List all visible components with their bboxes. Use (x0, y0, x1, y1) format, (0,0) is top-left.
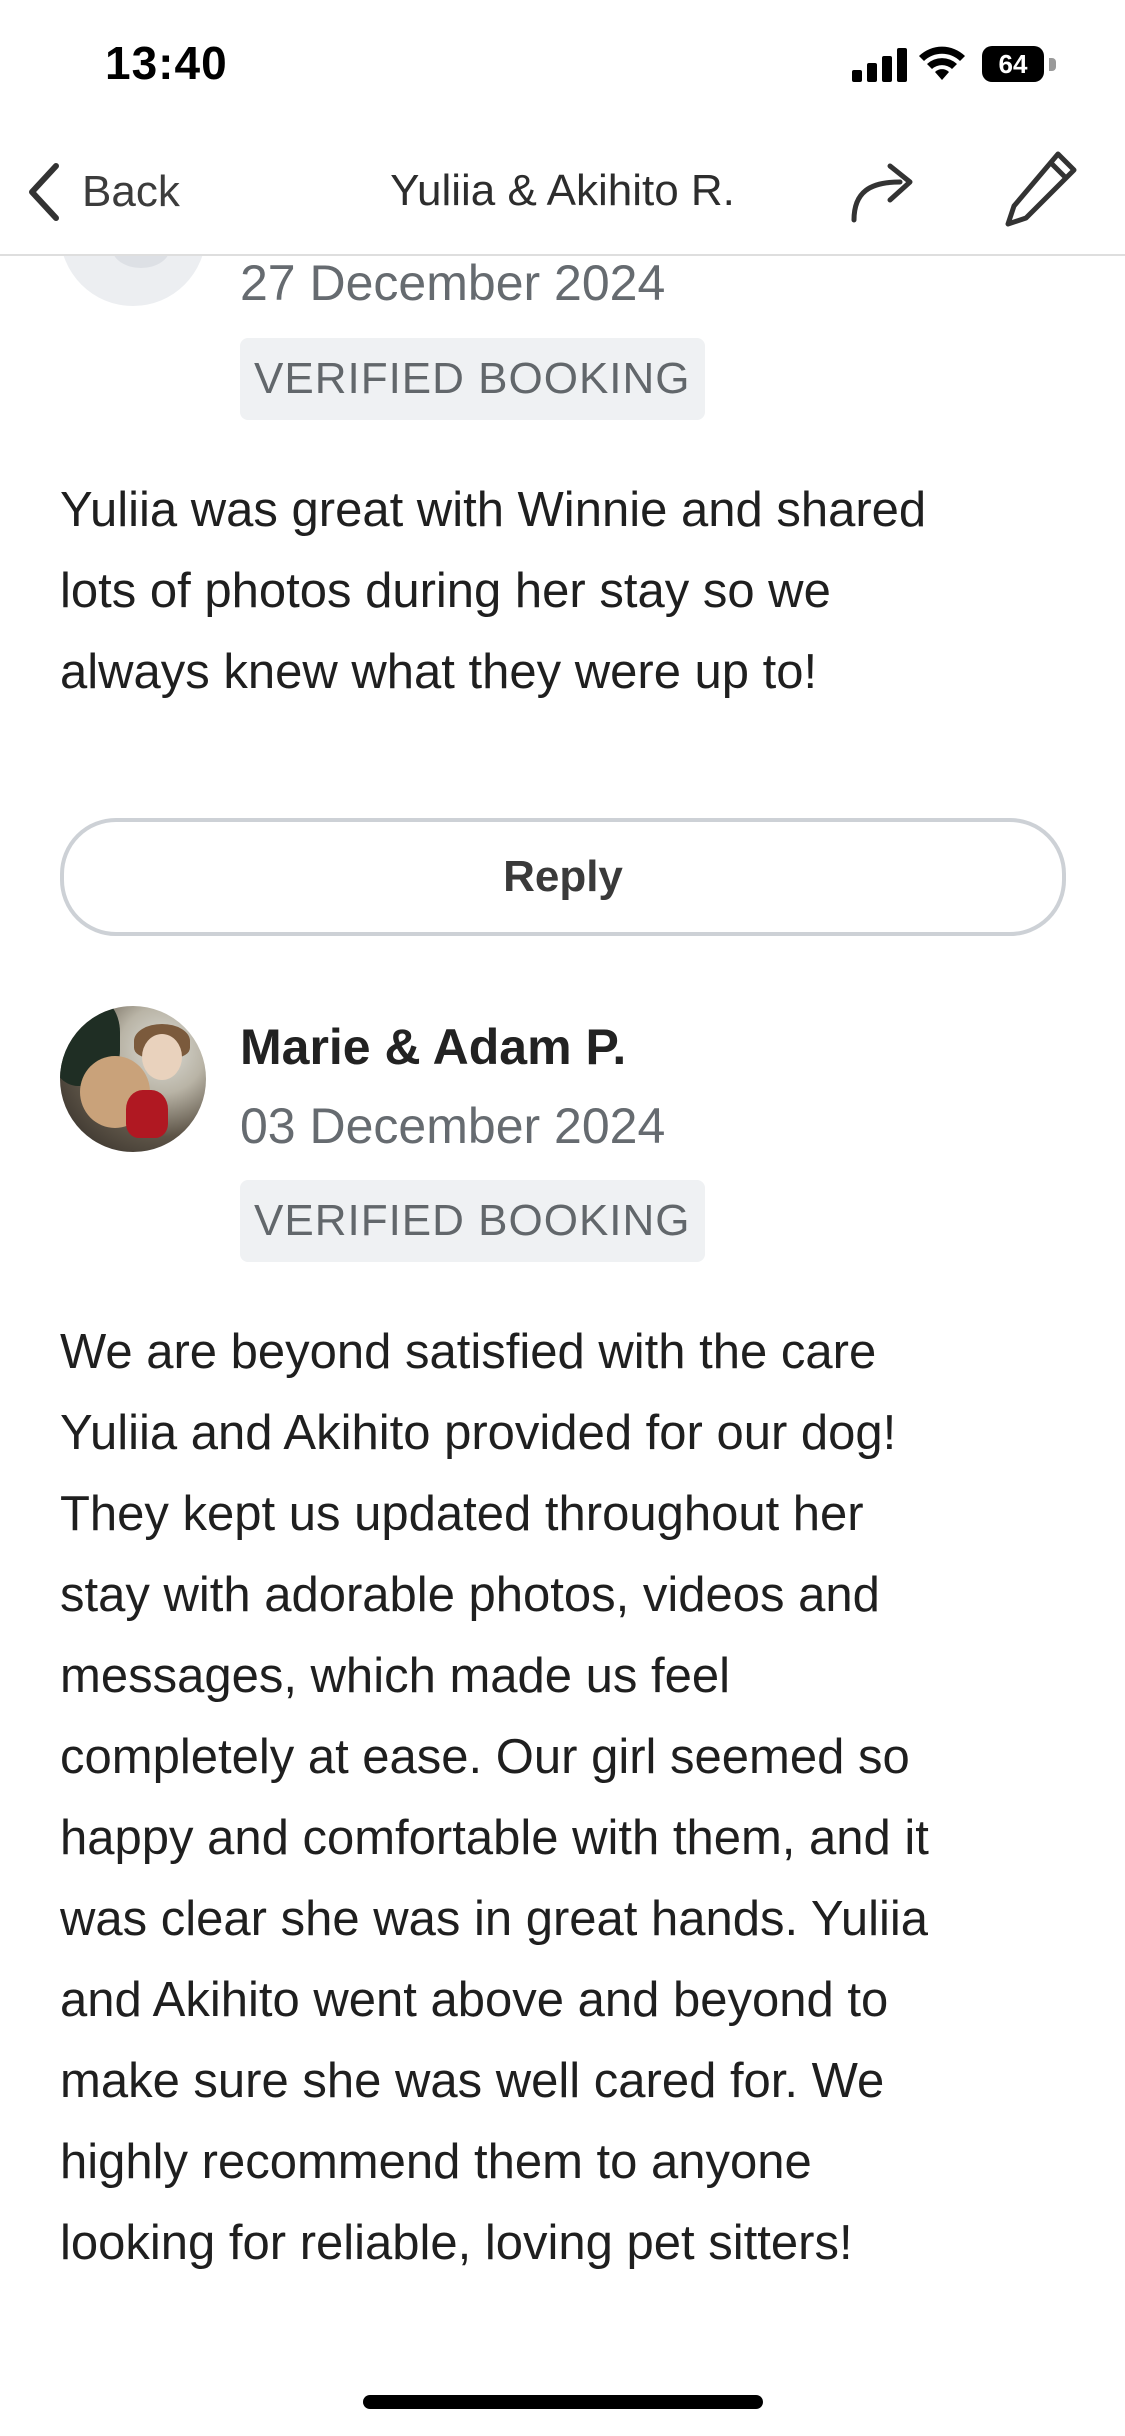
reviews-screen: 27 December 2024 VERIFIED BOOKING Yuliia… (0, 0, 1125, 2436)
reviews-list[interactable]: 27 December 2024 VERIFIED BOOKING Yuliia… (0, 0, 1125, 2436)
review-text-line: looking for reliable, loving pet sitters… (60, 2216, 853, 2270)
signal-icon (852, 48, 910, 82)
back-label: Back (82, 167, 180, 216)
battery-level: 64 (998, 49, 1028, 79)
status-bar: 13:40 64 (0, 0, 1125, 130)
review-text-line: We are beyond satisfied with the care (60, 1325, 877, 1379)
review-text-line: and Akihito went above and beyond to (60, 1973, 889, 2027)
review-text-line: Yuliia and Akihito provided for our dog! (60, 1406, 897, 1460)
edit-pencil-icon[interactable] (1000, 146, 1080, 230)
battery-icon: 64 (982, 46, 1056, 84)
review-text-line: happy and comfortable with them, and it (60, 1811, 929, 1865)
back-button[interactable]: Back (24, 152, 180, 232)
home-indicator[interactable] (363, 2395, 763, 2409)
reply-button[interactable]: Reply (60, 818, 1066, 936)
review-text-line: make sure she was well cared for. We (60, 2054, 885, 2108)
review-text: We are beyond satisfied with the care Yu… (60, 1312, 1070, 2284)
review-text-line: Yuliia was great with Winnie and shared (60, 483, 927, 537)
status-time: 13:40 (105, 37, 228, 89)
review-date: 27 December 2024 (240, 255, 666, 311)
review-text-line: was clear she was in great hands. Yuliia (60, 1892, 928, 1946)
review-text-line: lots of photos during her stay so we (60, 564, 831, 618)
navigation-bar: Back Yuliia & Akihito R. (0, 130, 1125, 256)
review-text: Yuliia was great with Winnie and shared … (60, 470, 1070, 713)
review-text-line: highly recommend them to anyone (60, 2135, 812, 2189)
verified-booking-badge: VERIFIED BOOKING (240, 338, 705, 420)
review-text-line: always knew what they were up to! (60, 645, 818, 699)
review-date: 03 December 2024 (240, 1098, 666, 1154)
review-text-line: They kept us updated throughout her (60, 1487, 864, 1541)
reviewer-avatar (60, 1006, 206, 1152)
review-text-line: messages, which made us feel (60, 1649, 730, 1703)
review-text-line: completely at ease. Our girl seemed so (60, 1730, 910, 1784)
reviewer-name: Marie & Adam P. (240, 1019, 627, 1075)
share-icon[interactable] (844, 150, 924, 230)
wifi-icon (919, 46, 965, 80)
chevron-left-icon (29, 163, 59, 221)
review-text-line: stay with adorable photos, videos and (60, 1568, 880, 1622)
verified-booking-badge: VERIFIED BOOKING (240, 1180, 705, 1262)
page-title: Yuliia & Akihito R. (390, 166, 735, 215)
